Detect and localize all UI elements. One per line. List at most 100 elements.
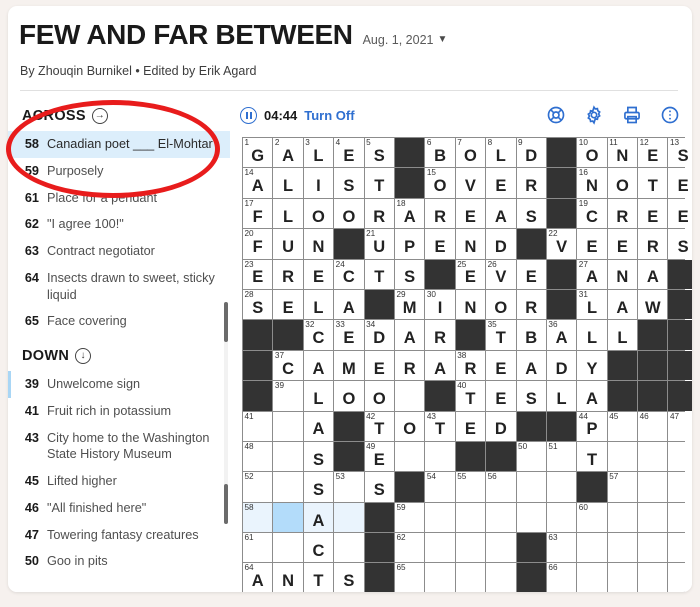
grid-cell-r10c7[interactable]: 43 T	[425, 411, 455, 441]
grid-cell-r9c9[interactable]: E	[486, 381, 516, 411]
arrow-right-circle-icon[interactable]: →	[91, 108, 108, 124]
grid-cell-r7c12[interactable]: L	[577, 320, 607, 350]
grid-cell-r12c7[interactable]: 54	[425, 472, 455, 502]
grid-cell-r6c8[interactable]: N	[455, 289, 486, 320]
arrow-down-circle-icon[interactable]: ↓	[75, 348, 92, 365]
grid-cell-r2c4[interactable]: S	[334, 168, 364, 198]
grid-cell-r5c5[interactable]: T	[364, 259, 394, 289]
grid-cell-r3c9[interactable]: A	[486, 198, 516, 229]
grid-cell-r1c10[interactable]: 9D	[516, 138, 546, 168]
grid-cell-r13c10[interactable]	[516, 502, 546, 533]
grid-cell-r2c10[interactable]: R	[516, 168, 546, 198]
clue-item-across-65[interactable]: 65 Face covering	[8, 308, 230, 335]
grid-cell-r9c6[interactable]	[394, 381, 425, 411]
grid-cell-r11c2[interactable]	[273, 441, 303, 472]
grid-cell-r10c8[interactable]: E	[455, 411, 486, 441]
grid-cell-r13c8[interactable]	[455, 502, 486, 533]
grid-cell-r13c11[interactable]	[546, 502, 577, 533]
grid-cell-r15c2[interactable]: N	[273, 563, 303, 592]
grid-cell-r3c8[interactable]: E	[455, 198, 486, 229]
grid-cell-r4c13[interactable]: E	[607, 229, 638, 259]
grid-cell-r1c13[interactable]: 11 N	[607, 138, 638, 168]
grid-cell-r13c6[interactable]: 59	[394, 502, 425, 533]
grid-cell-r9c2[interactable]: 39	[273, 381, 303, 411]
grid-cell-r5c4[interactable]: 24 C	[334, 259, 364, 289]
crossword-grid-wrapper[interactable]: 1 G 2 A 3 L 4 E 5 S 6 B 7 O 8 L 9 D 10 O 11 N 12 E 13 S 14 A L I S T 15 O…	[242, 137, 692, 592]
grid-cell-r15c9[interactable]	[486, 563, 516, 592]
grid-cell-r1c5[interactable]: 5S	[364, 138, 394, 168]
grid-cell-r7c11[interactable]: 36 A	[546, 320, 577, 350]
help-lifebuoy-icon[interactable]	[546, 105, 566, 125]
grid-cell-r10c15[interactable]: 47	[668, 411, 692, 441]
grid-cell-r2c1[interactable]: 14 A	[243, 168, 273, 198]
pause-icon[interactable]	[240, 107, 257, 124]
grid-cell-r5c13[interactable]: N	[607, 259, 638, 289]
grid-cell-r14c15[interactable]	[668, 533, 692, 563]
grid-cell-r3c14[interactable]: E	[638, 198, 668, 229]
grid-cell-r7c5[interactable]: 34 D	[364, 320, 394, 350]
grid-cell-r1c15[interactable]: 13 S	[668, 138, 692, 168]
grid-cell-r11c13[interactable]	[607, 441, 638, 472]
grid-cell-r6c10[interactable]: R	[516, 289, 546, 320]
grid-cell-r2c13[interactable]: O	[607, 168, 638, 198]
grid-cell-r12c15[interactable]	[668, 472, 692, 502]
more-options-icon[interactable]	[660, 105, 680, 125]
grid-cell-r1c7[interactable]: 6B	[425, 138, 455, 168]
grid-cell-r13c7[interactable]	[425, 502, 455, 533]
grid-cell-r2c15[interactable]: E	[668, 168, 692, 198]
grid-cell-r12c8[interactable]: 55	[455, 472, 486, 502]
grid-cell-r14c2[interactable]	[273, 533, 303, 563]
grid-cell-r12c1[interactable]: 52	[243, 472, 273, 502]
grid-cell-r1c12[interactable]: 10 O	[577, 138, 607, 168]
grid-cell-r10c6[interactable]: O	[394, 411, 425, 441]
grid-cell-r9c3[interactable]: L	[303, 381, 334, 411]
grid-cell-r3c6[interactable]: 18 A	[394, 198, 425, 229]
grid-cell-r5c6[interactable]: S	[394, 259, 425, 289]
grid-cell-r10c1[interactable]: 41	[243, 411, 273, 441]
grid-cell-r12c10[interactable]	[516, 472, 546, 502]
grid-cell-r3c15[interactable]: E	[668, 198, 692, 229]
grid-cell-r12c13[interactable]: 57	[607, 472, 638, 502]
grid-cell-r12c14[interactable]	[638, 472, 668, 502]
crossword-grid[interactable]: 1 G 2 A 3 L 4 E 5 S 6 B 7 O 8 L 9 D 10 O 11 N 12 E 13 S 14 A L I S T 15 O…	[242, 137, 692, 592]
grid-cell-r10c12[interactable]: 44 P	[577, 411, 607, 441]
grid-cell-r10c3[interactable]: A	[303, 411, 334, 441]
clue-item-down-50[interactable]: 50 Goo in pits	[8, 548, 230, 575]
clue-scrollbar-thumb-upper[interactable]	[224, 302, 228, 342]
grid-cell-r8c10[interactable]: A	[516, 350, 546, 381]
grid-cell-r6c2[interactable]: E	[273, 289, 303, 320]
grid-cell-r3c2[interactable]: L	[273, 198, 303, 229]
grid-cell-r15c12[interactable]	[577, 563, 607, 592]
grid-cell-r6c4[interactable]: A	[334, 289, 364, 320]
grid-cell-r14c8[interactable]	[455, 533, 486, 563]
clue-panel[interactable]: ACROSS → 58 Canadian poet ___ El-Mohtar 59…	[8, 98, 230, 592]
grid-cell-r5c3[interactable]: E	[303, 259, 334, 289]
grid-cell-r1c14[interactable]: 12 E	[638, 138, 668, 168]
grid-cell-r4c11[interactable]: 22 V	[546, 229, 577, 259]
grid-cell-r3c5[interactable]: R	[364, 198, 394, 229]
grid-cell-r13c9[interactable]	[486, 502, 516, 533]
grid-cell-r4c15[interactable]: S	[668, 229, 692, 259]
grid-cell-r8c4[interactable]: M	[334, 350, 364, 381]
clue-item-down-41[interactable]: 41 Fruit rich in potassium	[8, 398, 230, 425]
grid-cell-r15c11[interactable]: 66	[546, 563, 577, 592]
grid-cell-r15c8[interactable]	[455, 563, 486, 592]
grid-cell-r15c6[interactable]: 65	[394, 563, 425, 592]
grid-cell-r4c5[interactable]: 21 U	[364, 229, 394, 259]
grid-cell-r15c7[interactable]	[425, 563, 455, 592]
grid-cell-r7c6[interactable]: A	[394, 320, 425, 350]
grid-cell-r3c7[interactable]: R	[425, 198, 455, 229]
grid-cell-r12c3[interactable]: S	[303, 472, 334, 502]
clue-item-across-61[interactable]: 61 Place for a pendant	[8, 185, 230, 212]
grid-cell-r14c12[interactable]	[577, 533, 607, 563]
grid-cell-r10c9[interactable]: D	[486, 411, 516, 441]
clue-item-across-59[interactable]: 59 Purposely	[8, 158, 230, 185]
grid-cell-r3c3[interactable]: O	[303, 198, 334, 229]
grid-cell-r3c4[interactable]: O	[334, 198, 364, 229]
grid-cell-r13c12[interactable]: 60	[577, 502, 607, 533]
grid-cell-r6c3[interactable]: L	[303, 289, 334, 320]
grid-cell-r7c10[interactable]: B	[516, 320, 546, 350]
grid-cell-r8c9[interactable]: E	[486, 350, 516, 381]
grid-cell-r1c3[interactable]: 3L	[303, 138, 334, 168]
turn-off-button[interactable]: Turn Off	[304, 108, 354, 123]
